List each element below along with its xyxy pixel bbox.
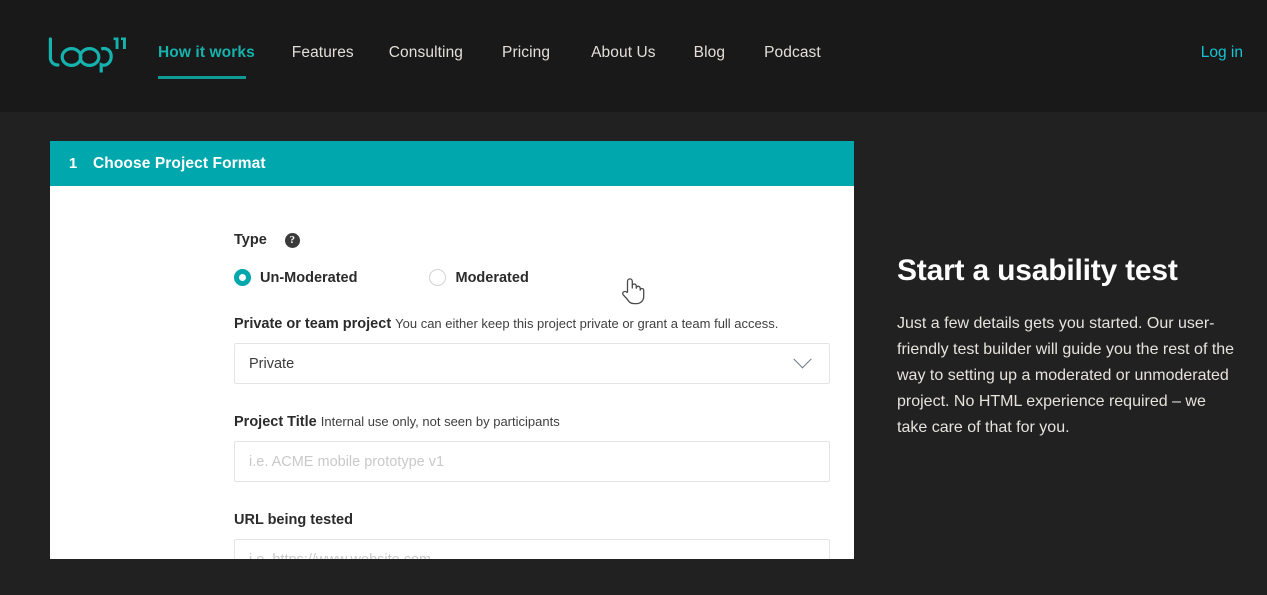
project-title-input[interactable]: i.e. ACME mobile prototype v1 <box>234 441 830 482</box>
url-placeholder: i.e. https://www.website.com <box>249 552 431 560</box>
radio-option-un-moderated[interactable]: Un-Moderated <box>234 269 357 286</box>
nav-item-blog[interactable]: Blog <box>694 42 725 66</box>
privacy-select[interactable]: Private <box>234 343 830 384</box>
main-navigation: How it works Features Consulting Pricing… <box>158 42 821 66</box>
nav-label: Consulting <box>389 44 463 61</box>
radio-label: Un-Moderated <box>260 270 357 286</box>
project-title-field: Project Title Internal use only, not seen… <box>234 412 830 482</box>
nav-item-consulting[interactable]: Consulting <box>389 42 463 66</box>
privacy-label: Private or team project You can either ke… <box>234 314 830 334</box>
privacy-label-text: Private or team project <box>234 316 391 332</box>
card-header: 1 Choose Project Format <box>50 141 854 186</box>
nav-item-about-us[interactable]: About Us <box>591 42 656 66</box>
privacy-selected-value: Private <box>249 356 294 372</box>
project-title-label-text: Project Title <box>234 414 317 430</box>
privacy-field: Private or team project You can either ke… <box>234 314 830 384</box>
nav-label: Pricing <box>502 44 550 61</box>
mouse-cursor-pointer-icon <box>619 275 645 305</box>
privacy-hint: You can either keep this project private… <box>395 316 778 331</box>
url-label: URL being tested <box>234 510 830 530</box>
nav-item-how-it-works[interactable]: How it works <box>158 42 255 66</box>
choose-project-format-card: 1 Choose Project Format Type ? Un-Modera… <box>50 141 854 559</box>
url-input[interactable]: i.e. https://www.website.com <box>234 539 830 559</box>
project-title-label: Project Title Internal use only, not seen… <box>234 412 830 432</box>
nav-label: Podcast <box>764 44 821 61</box>
radio-selected-icon <box>234 269 251 286</box>
step-number: 1 <box>61 155 85 172</box>
type-label-row: Type ? <box>234 230 830 250</box>
promo-panel: Start a usability test Just a few detail… <box>897 252 1235 441</box>
type-label: Type <box>234 230 267 250</box>
promo-body: Just a few details gets you started. Our… <box>897 311 1235 441</box>
nav-label: About Us <box>591 44 656 61</box>
nav-item-podcast[interactable]: Podcast <box>764 42 821 66</box>
nav-label: Features <box>292 44 354 61</box>
loop11-logo-icon <box>47 33 129 73</box>
card-title: Choose Project Format <box>93 155 266 173</box>
url-field: URL being tested i.e. https://www.websit… <box>234 510 830 559</box>
radio-option-moderated[interactable]: Moderated <box>429 269 528 286</box>
chevron-down-icon <box>793 350 811 368</box>
help-icon[interactable]: ? <box>285 233 300 248</box>
radio-unselected-icon <box>429 269 446 286</box>
project-title-placeholder: i.e. ACME mobile prototype v1 <box>249 454 444 470</box>
nav-item-features[interactable]: Features <box>292 42 354 66</box>
logo[interactable] <box>47 33 129 73</box>
nav-label: Blog <box>694 44 725 61</box>
project-title-hint: Internal use only, not seen by participa… <box>321 414 560 429</box>
site-header: How it works Features Consulting Pricing… <box>0 0 1267 112</box>
project-format-form: Type ? Un-Moderated Moderated <box>234 230 830 559</box>
active-nav-underline <box>158 76 246 79</box>
radio-label: Moderated <box>455 270 528 286</box>
promo-heading: Start a usability test <box>897 252 1235 290</box>
nav-item-pricing[interactable]: Pricing <box>502 42 550 66</box>
type-radio-group: Un-Moderated Moderated <box>234 269 830 286</box>
nav-label: How it works <box>158 44 255 61</box>
login-link[interactable]: Log in <box>1201 42 1243 64</box>
